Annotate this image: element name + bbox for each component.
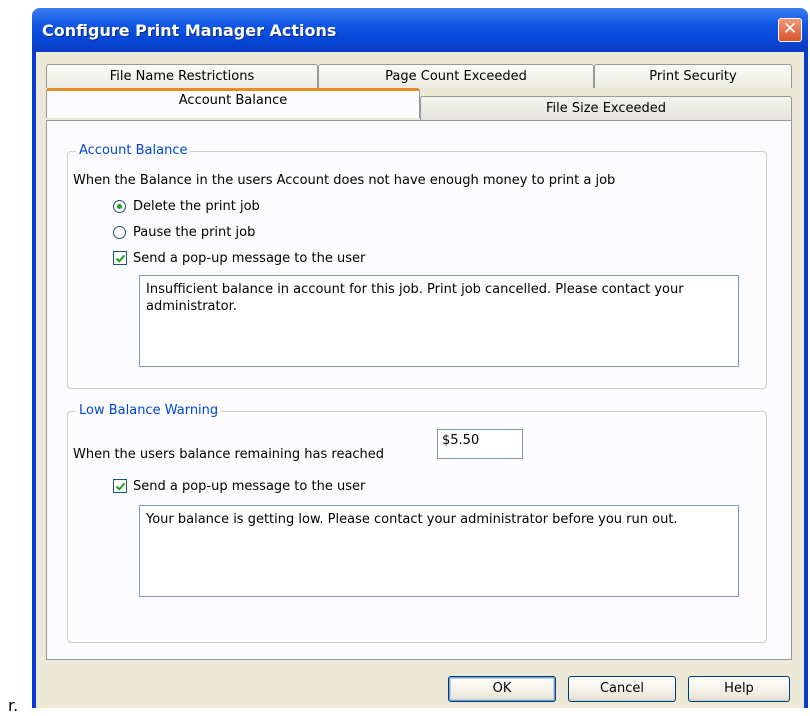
tab-print-security[interactable]: Print Security [594,64,792,88]
help-button[interactable]: Help [688,676,790,702]
group-legend: Low Balance Warning [76,403,222,418]
low-balance-popup-label[interactable]: Send a pop-up message to the user [133,479,365,494]
threshold-label: When the users balance remaining has rea… [73,447,385,462]
delete-job-label[interactable]: Delete the print job [133,199,260,214]
tab-page-count-exceeded[interactable]: Page Count Exceeded [318,64,594,88]
title-bar[interactable]: Configure Print Manager Actions ✕ [32,8,808,52]
tab-panel: Account Balance When the Balance in the … [46,120,792,660]
delete-job-radio[interactable] [113,200,126,213]
tab-label: Print Security [649,69,737,84]
account-balance-description: When the Balance in the users Account do… [73,173,616,188]
radio-selected-dot [117,204,122,209]
cancel-button[interactable]: Cancel [568,676,676,702]
checkmark-icon [115,254,126,263]
low-balance-popup-message[interactable]: Your balance is getting low. Please cont… [139,505,739,597]
account-popup-label[interactable]: Send a pop-up message to the user [133,251,365,266]
tab-file-size-exceeded[interactable]: File Size Exceeded [420,96,792,120]
tab-file-name-restrictions[interactable]: File Name Restrictions [46,64,318,88]
account-popup-checkbox[interactable] [113,251,127,265]
window-title: Configure Print Manager Actions [42,21,337,40]
pause-job-label[interactable]: Pause the print job [133,225,255,240]
low-balance-popup-checkbox[interactable] [113,479,127,493]
threshold-input[interactable]: $5.50 [437,429,523,459]
tab-label: File Size Exceeded [545,101,667,116]
dialog-client-area: File Name Restrictions Page Count Exceed… [36,52,804,708]
tab-label: File Name Restrictions [109,69,255,84]
dialog-window: Configure Print Manager Actions ✕ File N… [32,8,808,708]
checkmark-icon [115,482,126,491]
close-icon: ✕ [782,19,798,39]
stray-text: r. [8,696,19,715]
ok-button[interactable]: OK [448,676,556,702]
account-popup-message[interactable]: Insufficient balance in account for this… [139,275,739,367]
tab-label: Account Balance [178,93,288,108]
close-button[interactable]: ✕ [778,18,802,42]
pause-job-radio[interactable] [113,226,126,239]
tab-label: Page Count Exceeded [385,69,527,84]
group-legend: Account Balance [76,143,191,158]
tab-account-balance[interactable]: Account Balance [46,88,420,118]
